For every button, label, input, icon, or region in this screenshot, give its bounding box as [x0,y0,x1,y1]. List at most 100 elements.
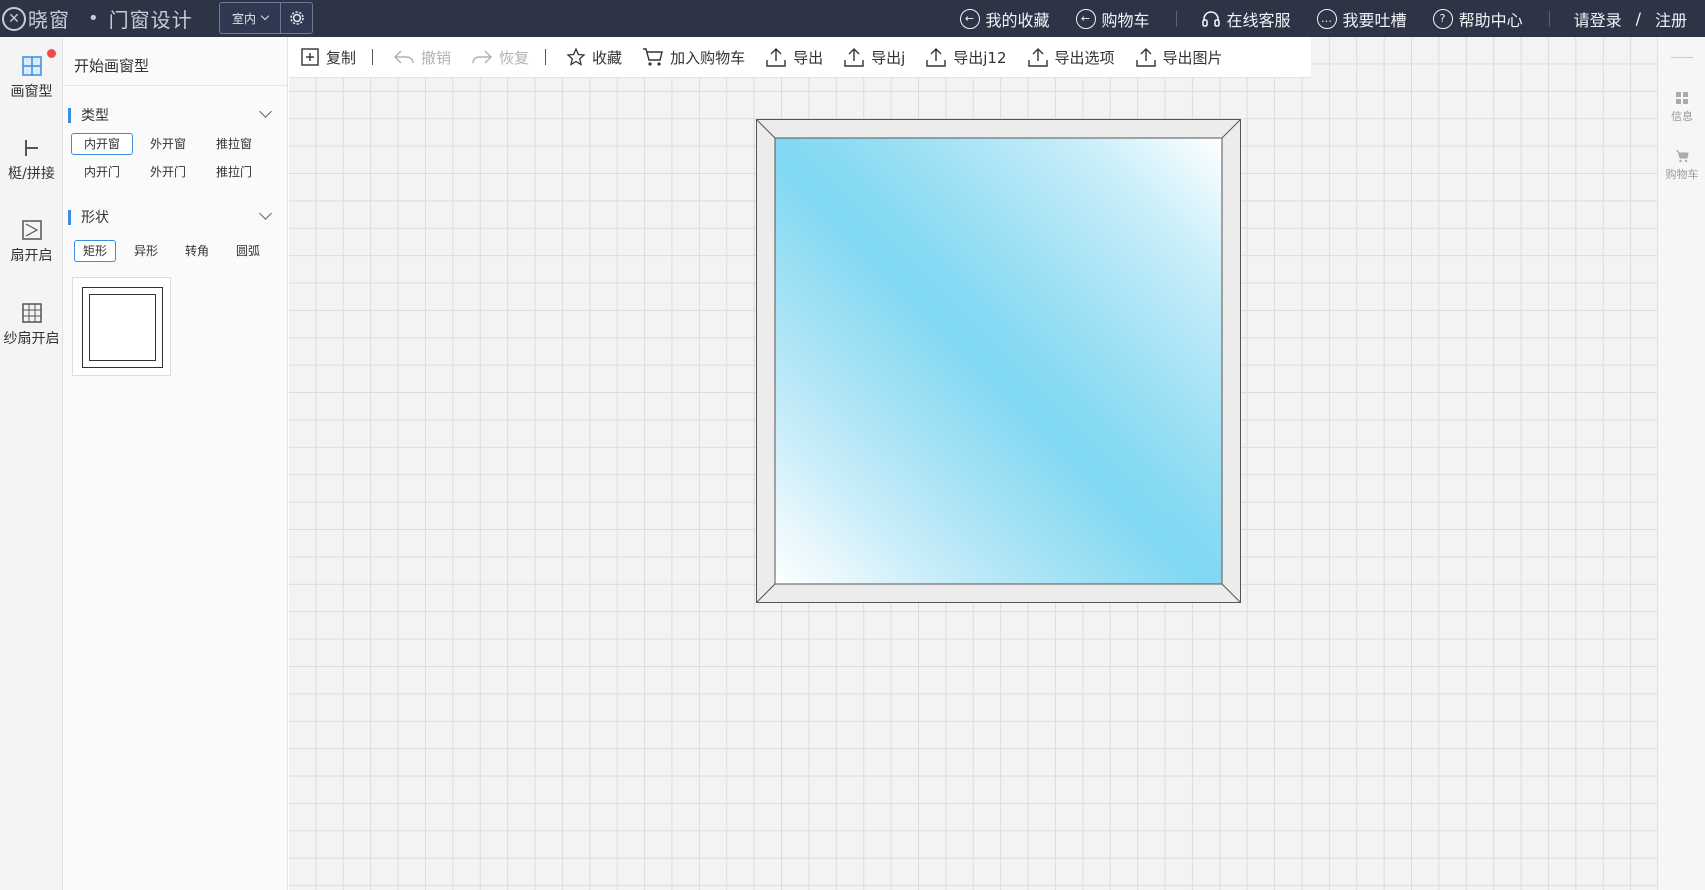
rail-item-draw-window[interactable]: 画窗型 [0,55,63,101]
shape-option-arc[interactable]: 圆弧 [227,240,269,262]
favorite-label: 收藏 [592,48,623,67]
mullion-icon [24,140,38,156]
right-rail-info[interactable]: 信息 [1658,91,1705,124]
headset-icon [1201,10,1220,27]
export-label: 导出 [793,48,824,67]
undo-button[interactable]: 撤销 [393,47,451,68]
chevron-down-icon [260,11,270,21]
title-separator: • [88,8,99,29]
export-icon [926,48,946,67]
register-link[interactable]: 注册 [1655,7,1687,31]
grid-info-icon [1676,92,1688,104]
shape-option-irregular[interactable]: 异形 [125,240,167,262]
nav-favorites-label: 我的收藏 [985,10,1050,30]
gear-icon [289,11,304,25]
chevron-down-icon [259,207,272,220]
canvas-toolbar: 复制 撤销 恢复 收藏 加入购物车 导出 导出j 导出j12 导出选项 导出图片 [289,37,1311,78]
rail-item-label: 画窗型 [10,84,53,100]
rail-item-sash-open[interactable]: 扇开启 [0,219,63,265]
nav-help-center-label: 帮助中心 [1458,10,1523,30]
nav-feedback-label: 我要吐槽 [1342,10,1407,30]
type-section-label: 类型 [81,108,109,124]
top-nav: ← 我的收藏 ← 购物车 在线客服 … 我要吐槽 ? 帮助中心 请登录 / 注册 [959,0,1705,37]
rail-item-label: 纱扇开启 [3,331,60,347]
export-options-button[interactable]: 导出选项 [1027,46,1115,68]
nav-favorites[interactable]: ← 我的收藏 [959,7,1050,31]
redo-label: 恢复 [499,48,530,67]
mode-select-value: 室内 [231,11,256,26]
add-to-cart-button[interactable]: 加入购物车 [642,47,745,68]
nav-customer-service-label: 在线客服 [1226,10,1291,30]
panel-divider [63,85,288,86]
export-j-label: 导出j [871,48,906,67]
logo-text: 晓窗 [28,8,70,32]
mode-select[interactable]: 室内 [219,2,281,34]
rectangle-shape-thumbnail[interactable] [72,277,171,376]
type-option-outward-door[interactable]: 外开门 [137,161,199,183]
top-bar: ✕ 晓窗 • 门窗设计 室内 ← 我的收藏 ← 购物车 在线客服 … 我要吐槽 … [0,0,1705,37]
login-link[interactable]: 请登录 [1574,7,1622,31]
type-option-inward-window[interactable]: 内开窗 [71,133,133,155]
right-rail-info-label: 信息 [1671,110,1693,123]
redo-button[interactable]: 恢复 [471,47,529,68]
shape-option-rectangle[interactable]: 矩形 [74,240,116,262]
export-button[interactable]: 导出 [765,46,823,68]
app-title: 门窗设计 [108,8,193,32]
toolbar-divider [545,49,547,65]
nav-feedback[interactable]: … 我要吐槽 [1316,7,1407,31]
export-j12-button[interactable]: 导出j12 [925,46,1007,68]
copy-button[interactable]: 复制 [300,47,356,68]
type-option-sliding-door[interactable]: 推拉门 [203,161,265,183]
nav-help-center[interactable]: ? 帮助中心 [1432,7,1523,31]
copy-add-icon [301,48,319,66]
type-option-outward-window[interactable]: 外开窗 [137,133,199,155]
cart-icon [1676,150,1689,163]
question-circle-icon: ? [1432,8,1453,29]
chevron-down-icon [259,105,272,118]
rail-item-label: 梃/拼接 [8,166,55,182]
export-j-button[interactable]: 导出j [843,46,905,68]
arrow-left-circle-icon: ← [959,8,980,29]
draw-window-panel: 开始画窗型 类型 内开窗 外开窗 推拉窗 内开门 外开门 推拉门 形状 矩形 异… [63,37,288,890]
type-option-sliding-window[interactable]: 推拉窗 [203,133,265,155]
thumbnail-inner-frame [89,294,156,361]
export-image-button[interactable]: 导出图片 [1135,46,1223,68]
export-options-label: 导出选项 [1054,48,1115,67]
settings-button[interactable] [281,2,313,34]
window-glass-pane[interactable] [774,137,1223,585]
nav-cart[interactable]: ← 购物车 [1075,7,1150,31]
nav-divider [1548,10,1550,27]
undo-icon [393,50,414,64]
shape-option-corner[interactable]: 转角 [176,240,218,262]
panel-title: 开始画窗型 [74,57,150,75]
type-section-header[interactable]: 类型 [68,105,278,125]
type-option-inward-door[interactable]: 内开门 [71,161,133,183]
export-icon [844,48,864,67]
window-drawing[interactable] [756,119,1241,603]
screen-sash-icon [21,303,42,323]
toolbar-divider [372,49,374,65]
favorite-button[interactable]: 收藏 [566,47,622,68]
right-rail-cart[interactable]: 购物车 [1658,149,1705,182]
export-j12-label: 导出j12 [953,48,1007,67]
section-accent-bar [68,209,71,225]
shape-section-header[interactable]: 形状 [68,207,278,227]
rail-item-mullion[interactable]: 梃/拼接 [0,137,63,183]
add-to-cart-label: 加入购物车 [670,48,746,67]
login-register-separator: / [1635,9,1641,28]
section-accent-bar [68,107,71,123]
cart-icon [643,48,663,66]
grid-window-icon [21,56,42,76]
export-icon [1135,48,1156,67]
undo-label: 撤销 [421,48,452,67]
rail-item-screen-sash[interactable]: 纱扇开启 [0,302,63,348]
logo-mark-icon: ✕ [2,6,26,31]
right-rail-cart-label: 购物车 [1665,168,1699,181]
star-icon [566,47,586,66]
export-image-label: 导出图片 [1162,48,1223,67]
logo[interactable]: ✕ 晓窗 • 门窗设计 [0,5,193,32]
nav-divider [1175,10,1177,27]
nav-customer-service[interactable]: 在线客服 [1201,7,1291,31]
design-canvas[interactable]: 复制 撤销 恢复 收藏 加入购物车 导出 导出j 导出j12 导出选项 导出图片 [289,37,1657,890]
shape-section-label: 形状 [81,210,109,226]
